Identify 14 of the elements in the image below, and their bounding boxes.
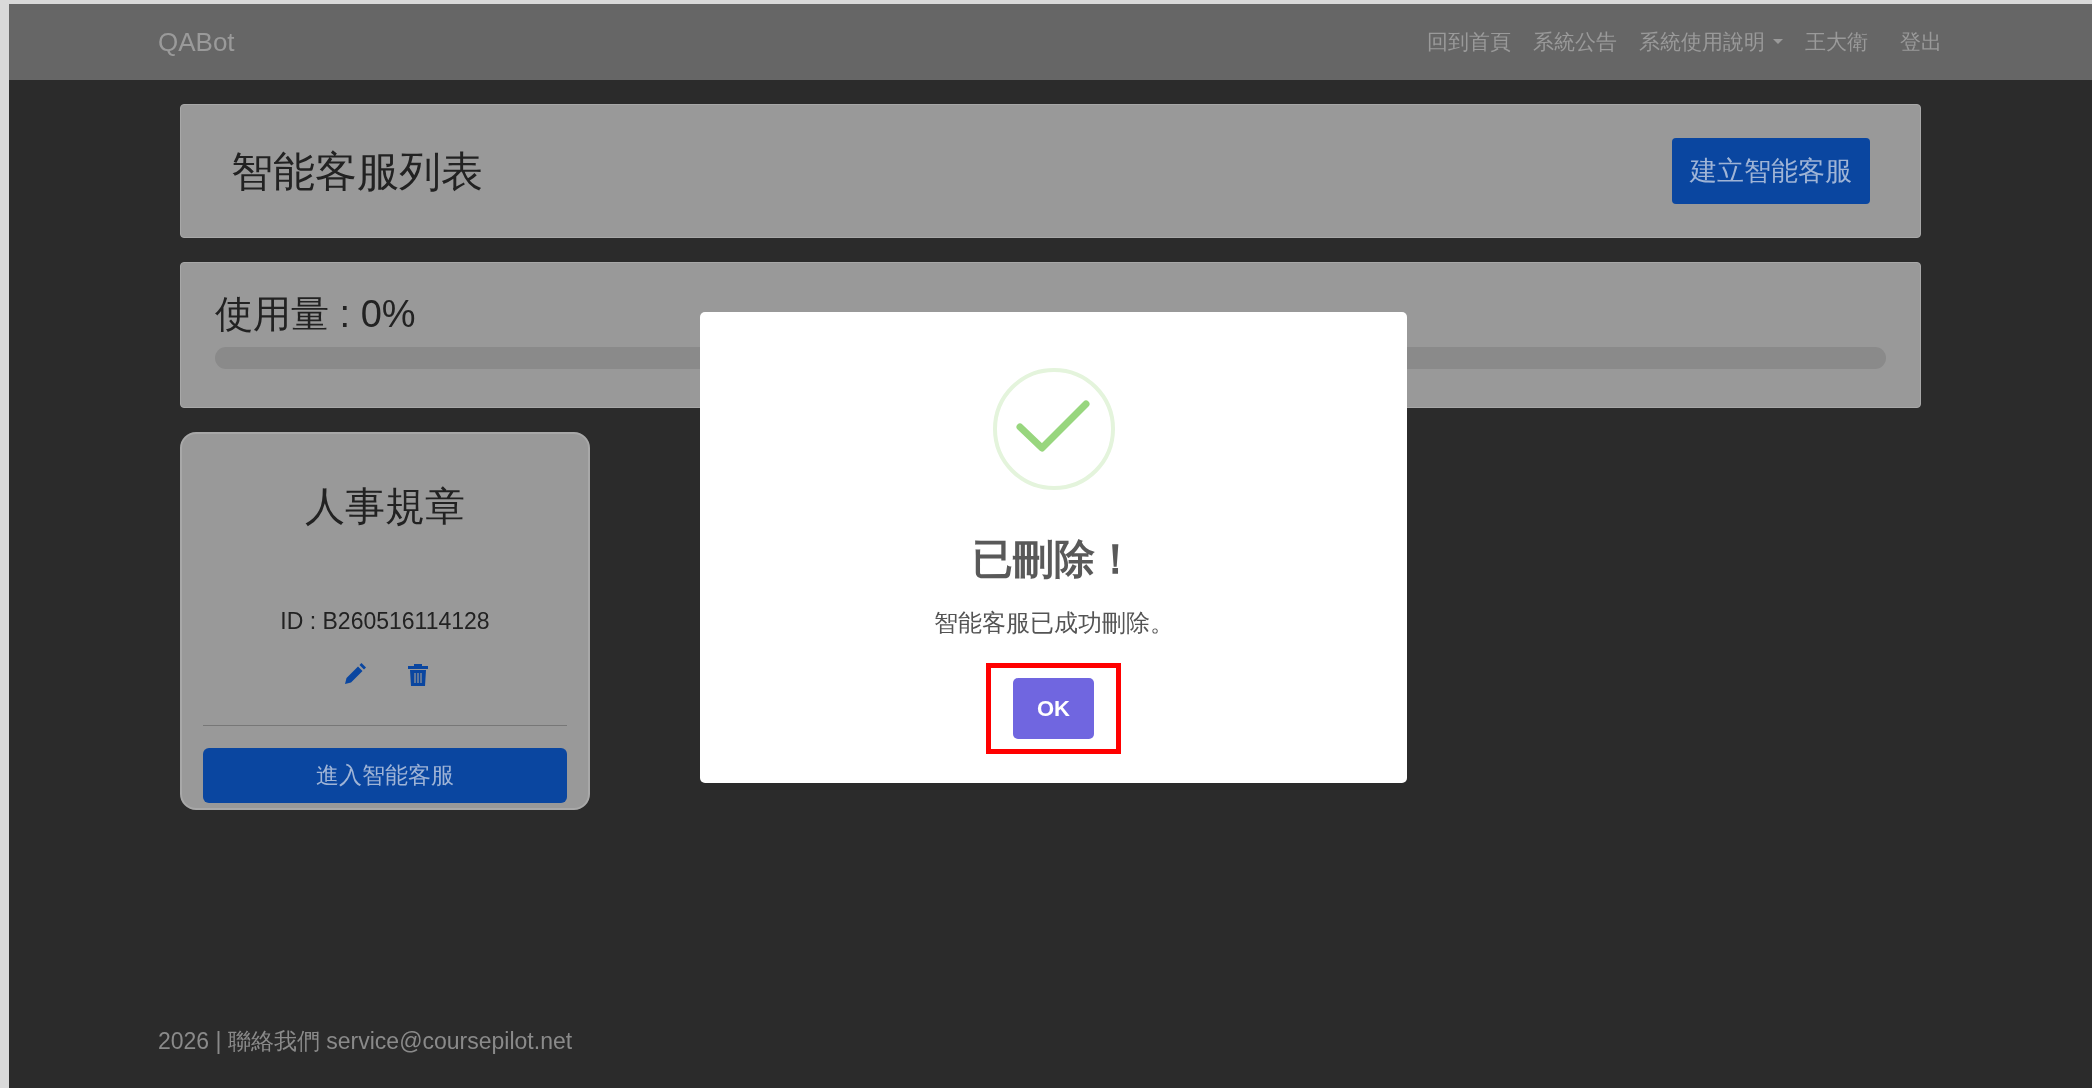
ok-button[interactable]: OK	[1013, 677, 1094, 739]
dialog-message: 智能客服已成功刪除。	[933, 607, 1174, 638]
enter-bot-button[interactable]: 進入智能客服	[203, 747, 567, 803]
edit-pencil-icon[interactable]	[342, 662, 366, 687]
page-title: 智能客服列表	[231, 146, 483, 197]
usage-label: 使用量 : 0%	[215, 295, 417, 333]
create-button[interactable]: 建立智能客服	[1672, 138, 1870, 204]
trash-icon[interactable]	[408, 663, 428, 686]
success-check-icon	[991, 367, 1116, 491]
footer-text: 2026 | 聯絡我們 service@coursepilot.net	[157, 1026, 574, 1056]
dialog-title: 已刪除！	[971, 535, 1136, 584]
bot-id: ID : B260516114128	[280, 607, 490, 636]
bot-name: 人事規章	[305, 483, 465, 530]
caret-icon	[1773, 39, 1783, 45]
